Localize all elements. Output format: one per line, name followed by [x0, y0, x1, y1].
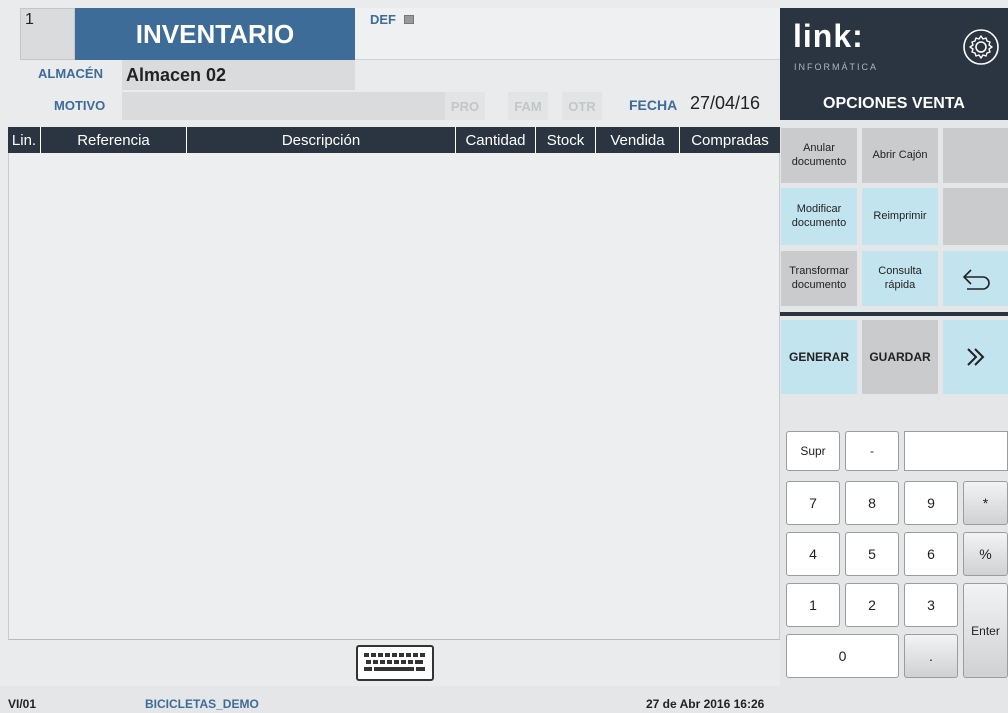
guardar-button[interactable]: GUARDAR	[862, 320, 938, 394]
column-header-referencia[interactable]: Referencia	[41, 127, 187, 153]
column-header-descripcion[interactable]: Descripción	[187, 127, 456, 153]
percent-key[interactable]: %	[963, 532, 1008, 576]
def-checkbox[interactable]	[404, 15, 414, 24]
back-button[interactable]	[943, 251, 1008, 306]
options-header: OPCIONES VENTA	[780, 88, 1008, 120]
column-header-vendida[interactable]: Vendida	[596, 127, 680, 153]
reimprimir-button[interactable]: Reimprimir	[862, 188, 938, 245]
key-8[interactable]: 8	[845, 481, 899, 525]
anular-documento-button[interactable]: Anular documento	[781, 128, 857, 183]
def-area	[355, 8, 780, 60]
key-1[interactable]: 1	[786, 583, 840, 627]
key-6[interactable]: 6	[904, 532, 958, 576]
table-header: Lin. Referencia Descripción Cantidad Sto…	[8, 127, 780, 153]
key-9[interactable]: 9	[904, 481, 958, 525]
document-number: 1	[20, 8, 75, 60]
fam-button[interactable]: FAM	[508, 92, 548, 120]
brand-logo: link:	[793, 18, 864, 54]
fecha-value[interactable]: 27/04/16	[690, 93, 760, 114]
return-arrow-icon	[962, 268, 990, 290]
user-code: VI/01	[8, 697, 37, 711]
key-0[interactable]: 0	[786, 634, 899, 678]
abrir-cajon-button[interactable]: Abrir Cajón	[862, 128, 938, 183]
almacen-field[interactable]: Almacen 02	[122, 60, 355, 90]
decimal-key[interactable]: .	[904, 634, 958, 678]
double-chevron-right-icon	[966, 348, 984, 366]
almacen-label: ALMACÉN	[38, 66, 103, 81]
empty-option-2	[943, 188, 1008, 245]
empty-option-1	[943, 128, 1008, 183]
motivo-field[interactable]	[122, 92, 445, 120]
brand-subtitle: INFORMÁTICA	[794, 62, 878, 72]
fecha-label: FECHA	[629, 97, 678, 113]
gear-icon[interactable]	[962, 28, 1000, 66]
pro-button[interactable]: PRO	[445, 92, 485, 120]
keyboard-icon[interactable]	[356, 645, 434, 681]
key-5[interactable]: 5	[845, 532, 899, 576]
enter-key[interactable]: Enter	[963, 583, 1008, 678]
datetime: 27 de Abr 2016 16:26	[646, 697, 765, 711]
panel-divider	[780, 312, 1008, 316]
generar-button[interactable]: GENERAR	[781, 320, 857, 394]
transformar-documento-button[interactable]: Transformar documento	[781, 251, 857, 306]
next-button[interactable]	[943, 320, 1008, 394]
supr-key[interactable]: Supr	[786, 431, 840, 471]
minus-key[interactable]: -	[845, 431, 899, 471]
column-header-lin[interactable]: Lin.	[8, 127, 41, 153]
multiply-key[interactable]: *	[963, 481, 1008, 525]
key-7[interactable]: 7	[786, 481, 840, 525]
number-display[interactable]	[904, 431, 1008, 471]
table-body[interactable]	[8, 153, 780, 640]
consulta-rapida-button[interactable]: Consulta rápida	[862, 251, 938, 306]
page-title: INVENTARIO	[75, 8, 355, 60]
motivo-label: MOTIVO	[54, 98, 106, 113]
column-header-compradas[interactable]: Compradas	[680, 127, 780, 153]
column-header-cantidad[interactable]: Cantidad	[456, 127, 536, 153]
def-label: DEF	[370, 12, 396, 27]
key-4[interactable]: 4	[786, 532, 840, 576]
modificar-documento-button[interactable]: Modificar documento	[781, 188, 857, 245]
column-header-stock[interactable]: Stock	[536, 127, 596, 153]
key-3[interactable]: 3	[904, 583, 958, 627]
company-name: BICICLETAS_DEMO	[145, 697, 259, 711]
key-2[interactable]: 2	[845, 583, 899, 627]
otr-button[interactable]: OTR	[562, 92, 602, 120]
